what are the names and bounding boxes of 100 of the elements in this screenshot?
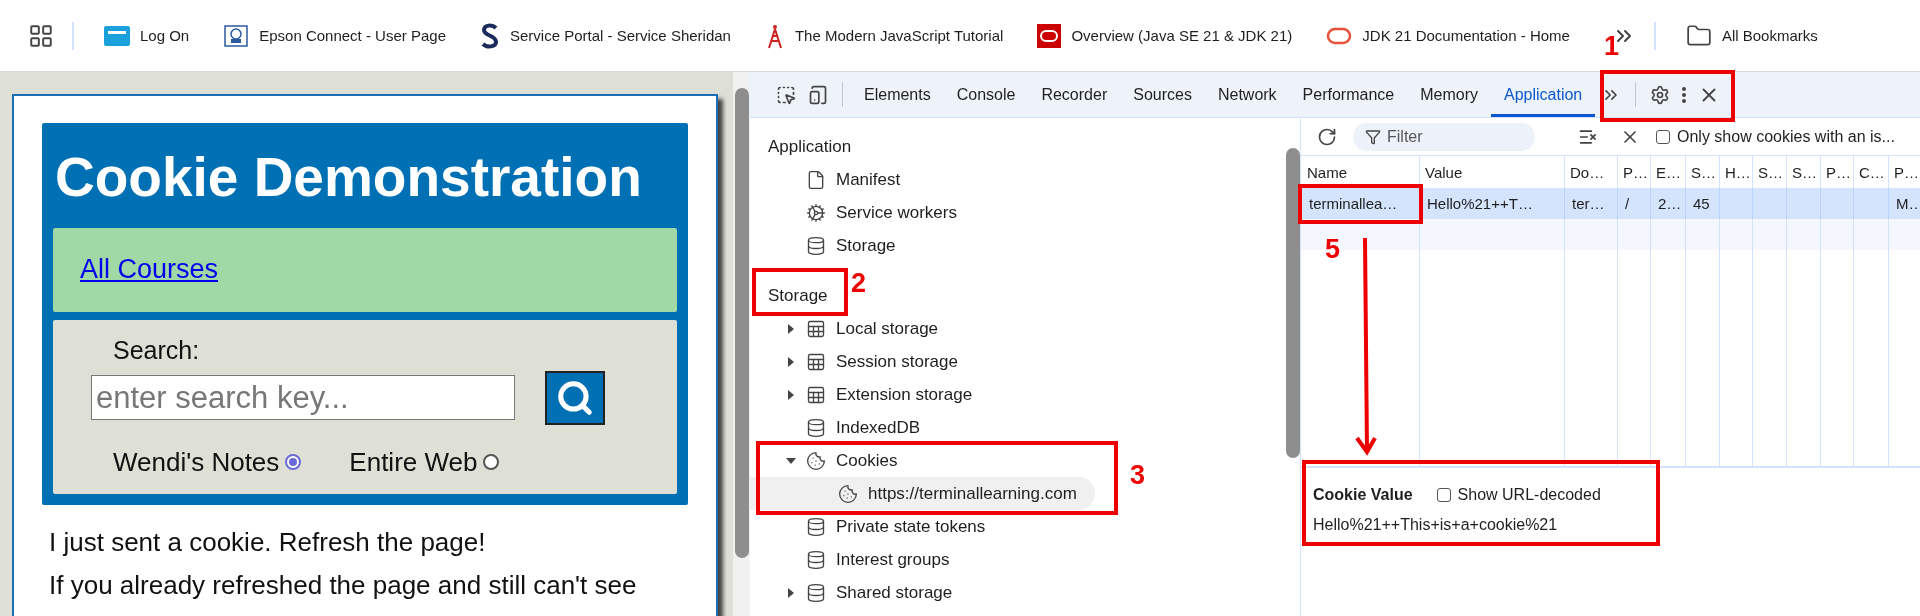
devtools-tab[interactable]: Memory	[1407, 72, 1491, 117]
sidebar-item[interactable]: IndexedDB	[750, 411, 925, 444]
table-icon	[806, 384, 826, 405]
column-header[interactable]: Do…	[1564, 156, 1617, 188]
sidebar-item[interactable]: Storage	[750, 229, 900, 262]
scrollbar-thumb[interactable]	[734, 88, 749, 558]
collapse-caret-icon[interactable]	[786, 455, 796, 466]
filter-icon	[1365, 128, 1381, 145]
apps-grid-icon[interactable]	[28, 22, 54, 49]
column-header[interactable]: H…	[1719, 156, 1752, 188]
search-label: Search:	[113, 335, 201, 365]
sidebar-item[interactable]: Manifest	[750, 163, 905, 196]
radio-button[interactable]	[483, 454, 500, 470]
table-cell-text: /	[1625, 194, 1630, 214]
scrollbar-thumb[interactable]	[1285, 148, 1300, 458]
devtools-tab[interactable]: Console	[943, 72, 1029, 117]
page-title: Cookie Demonstration	[54, 145, 643, 210]
sidebar-item[interactable]: Session storage	[750, 345, 962, 378]
page-text: I just sent a cookie. Refresh the page!	[49, 526, 487, 558]
annotation-number: 1	[1604, 33, 1620, 60]
letter-s-favicon-icon	[480, 22, 500, 49]
settings-icon	[1650, 84, 1671, 105]
database-icon	[806, 235, 826, 256]
column-header[interactable]: S…	[1752, 156, 1786, 188]
column-header[interactable]: E…	[1650, 156, 1685, 188]
login-favicon-icon	[104, 25, 130, 46]
bookmark[interactable]: Epson Connect - User Page	[211, 17, 458, 54]
column-header[interactable]: P…	[1617, 156, 1650, 188]
bookmark[interactable]: Log On	[92, 19, 202, 52]
table-cell-text: M…	[1896, 194, 1920, 214]
sidebar-item[interactable]: Extension storage	[750, 378, 977, 411]
search-button[interactable]	[545, 370, 605, 425]
expand-caret-icon[interactable]	[786, 323, 796, 334]
radio-label: Wendi's Notes	[113, 446, 280, 478]
table-cell-text: 2…	[1658, 194, 1682, 214]
table-cell-text: ter…	[1572, 194, 1605, 214]
devtools-tab[interactable]: Recorder	[1028, 72, 1121, 117]
sidebar-item[interactable]: Shared storage	[750, 576, 957, 609]
annotation-number: 2	[851, 270, 867, 297]
oval-favicon-icon	[1326, 26, 1353, 45]
printer-favicon-icon	[223, 23, 250, 48]
folder-icon	[1685, 22, 1712, 49]
bookmark[interactable]: The Modern JavaScript Tutorial	[752, 16, 1016, 55]
devtools-tab[interactable]: Sources	[1120, 72, 1205, 117]
annotation-number: 5	[1325, 236, 1341, 263]
page-text: If you already refreshed the page and still can't see	[49, 569, 638, 601]
search-icon	[556, 378, 594, 417]
panel-title: Cookie Value	[1313, 486, 1413, 504]
sidebar-item[interactable]: Private state tokens	[750, 510, 990, 543]
more-options-icon	[1682, 86, 1687, 103]
radio-label: Entire Web	[349, 446, 478, 478]
expand-caret-icon[interactable]	[786, 587, 796, 598]
sidebar-item[interactable]: Service workers	[750, 196, 961, 229]
sidebar-item[interactable]: https://terminallearning.com	[750, 477, 1095, 510]
expand-caret-icon[interactable]	[786, 356, 796, 367]
all-courses-link[interactable]: All Courses	[80, 254, 219, 285]
cookie-value-text: Hello%21++This+is+a+cookie%21	[1313, 516, 1559, 534]
sidebar-section-title: Application	[768, 136, 852, 158]
refresh-icon	[1317, 126, 1337, 147]
devtools-tab[interactable]: Performance	[1289, 72, 1408, 117]
column-header[interactable]: S…	[1685, 156, 1719, 188]
file-icon	[806, 169, 826, 190]
bookmark[interactable]: JDK 21 Documentation - Home	[1314, 20, 1582, 51]
bookmark[interactable]: Service Portal - Service Sheridan	[468, 16, 743, 55]
column-header[interactable]: P…	[1888, 156, 1920, 188]
table-cell-text: 45	[1693, 194, 1710, 214]
sidebar-item[interactable]: Interest groups	[750, 543, 954, 576]
devtools-tab[interactable]: Elements	[851, 72, 944, 117]
database-icon	[806, 549, 826, 570]
oval-favicon-icon	[1037, 23, 1062, 48]
database-icon	[806, 516, 826, 537]
table-icon	[806, 318, 826, 339]
devtools-tab[interactable]: Network	[1204, 72, 1290, 117]
inspect-icon	[776, 84, 796, 105]
column-header[interactable]: Value	[1419, 156, 1564, 188]
table-cell-text: terminallea…	[1309, 194, 1398, 214]
sidebar-item[interactable]: Local storage	[750, 312, 943, 345]
column-header[interactable]: P…	[1820, 156, 1853, 188]
database-icon	[806, 417, 826, 438]
only-issues-checkbox[interactable]: Only show cookies with an is...	[1656, 127, 1895, 146]
filter-field[interactable]: Filter	[1353, 122, 1535, 151]
radio-button[interactable]	[285, 454, 302, 470]
expand-caret-icon[interactable]	[786, 389, 796, 400]
devtools-tab[interactable]: Application	[1491, 72, 1596, 117]
device-icon	[808, 84, 828, 105]
database-icon	[806, 582, 826, 603]
sidebar-item[interactable]: Cookies	[750, 444, 902, 477]
table-icon	[806, 351, 826, 372]
gears-icon	[806, 202, 826, 223]
column-header[interactable]: S…	[1786, 156, 1820, 188]
bookmark[interactable]: Overview (Java SE 21 & JDK 21)	[1025, 17, 1305, 54]
search-field[interactable]: enter search key...	[91, 375, 515, 420]
column-header[interactable]: Name	[1301, 156, 1419, 188]
table-cell-text: Hello%21++T…	[1427, 194, 1533, 214]
cookie-row[interactable]: terminallea… Hello%21++T… ter… / 2… 45 M…	[1301, 188, 1920, 219]
column-header[interactable]: C…	[1853, 156, 1888, 188]
all-bookmarks-button[interactable]: All Bookmarks	[1673, 16, 1830, 55]
cookie-icon	[806, 450, 826, 471]
annotation-number: 3	[1130, 462, 1146, 489]
url-decoded-checkbox[interactable]: Show URL-decoded	[1436, 486, 1601, 504]
